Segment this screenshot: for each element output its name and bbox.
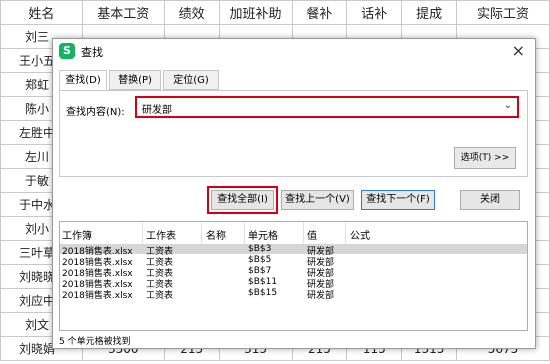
tab-find[interactable]: 查找(D) xyxy=(59,70,107,91)
result-cell: $B$15 xyxy=(248,288,278,298)
col-name[interactable]: 名称 xyxy=(206,227,226,242)
header-base-salary[interactable]: 基本工资 xyxy=(81,0,165,25)
results-header: 工作簿 工作表 名称 单元格 值 公式 xyxy=(60,222,527,244)
find-label: 查找内容(N): xyxy=(66,107,125,118)
result-cell: $B$11 xyxy=(248,277,278,287)
header-name[interactable]: 姓名 xyxy=(0,0,83,25)
result-row[interactable]: 2018销售表.xlsx 工资表 $B$11 研发部 xyxy=(60,277,527,290)
result-worksheet: 工资表 xyxy=(146,291,174,301)
col-workbook[interactable]: 工作簿 xyxy=(62,227,92,242)
options-button[interactable]: 选项(T) >> xyxy=(454,147,516,169)
results-list[interactable]: 工作簿 工作表 名称 单元格 值 公式 2018销售表.xlsx 工资表 $B$… xyxy=(59,221,528,331)
tab-replace[interactable]: 替换(P) xyxy=(109,70,161,90)
col-worksheet[interactable]: 工作表 xyxy=(146,227,176,242)
col-value[interactable]: 值 xyxy=(307,227,317,242)
result-value: 研发部 xyxy=(307,291,335,301)
result-workbook: 2018销售表.xlsx xyxy=(62,291,133,301)
col-cell[interactable]: 单元格 xyxy=(248,227,278,242)
header-meal[interactable]: 餐补 xyxy=(291,0,348,25)
result-row[interactable]: 2018销售表.xlsx 工资表 $B$5 研发部 xyxy=(60,255,527,268)
find-previous-button[interactable]: 查找上一个(V) xyxy=(281,190,354,210)
find-next-button[interactable]: 查找下一个(F) xyxy=(361,190,435,210)
chevron-down-icon[interactable]: ⌄ xyxy=(504,100,512,111)
close-button[interactable]: 关闭 xyxy=(460,190,520,210)
result-row[interactable]: 2018销售表.xlsx 工资表 $B$7 研发部 xyxy=(60,266,527,279)
dialog-title-bar[interactable]: S 查找 × xyxy=(53,39,535,63)
close-icon[interactable]: × xyxy=(512,41,525,60)
header-overtime[interactable]: 加班补助 xyxy=(218,0,293,25)
result-cell: $B$5 xyxy=(248,255,272,265)
status-text: 5 个单元格被找到 xyxy=(59,337,131,347)
find-input-value: 研发部 xyxy=(142,105,172,116)
header-commission[interactable]: 提成 xyxy=(401,0,458,25)
find-all-button[interactable]: 查找全部(I) xyxy=(207,186,278,214)
find-dialog: S 查找 × 查找(D) 替换(P) 定位(G) 查找内容(N): 研发部 ⌄ … xyxy=(52,38,536,349)
header-actual-salary[interactable]: 实际工资 xyxy=(456,0,550,25)
find-panel: 查找内容(N): 研发部 ⌄ 选项(T) >> xyxy=(59,90,528,177)
col-formula[interactable]: 公式 xyxy=(350,227,370,242)
dialog-title: 查找 xyxy=(81,46,103,59)
result-cell: $B$3 xyxy=(248,244,272,254)
result-row[interactable]: 2018销售表.xlsx 工资表 $B$15 研发部 xyxy=(60,288,527,301)
find-input[interactable]: 研发部 ⌄ xyxy=(135,96,519,118)
header-performance[interactable]: 绩效 xyxy=(163,0,220,25)
result-row[interactable]: 2018销售表.xlsx 工资表 $B$3 研发部 xyxy=(60,244,527,257)
tab-goto[interactable]: 定位(G) xyxy=(163,70,219,90)
result-cell: $B$7 xyxy=(248,266,272,276)
wps-app-icon: S xyxy=(59,43,75,59)
header-phone[interactable]: 话补 xyxy=(346,0,403,25)
